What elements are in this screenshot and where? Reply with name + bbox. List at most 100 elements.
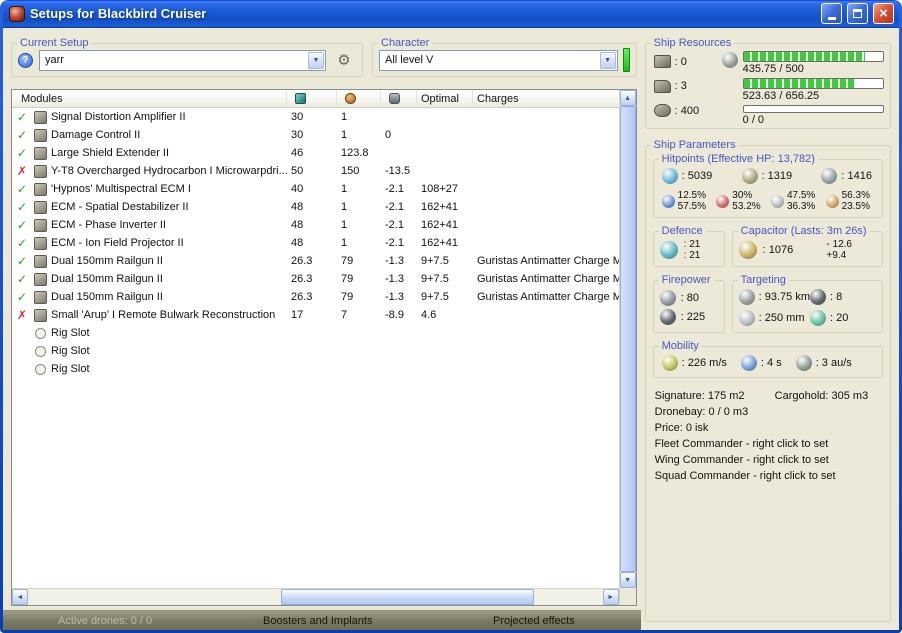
module-row[interactable]: ✓ ECM - Phase Inverter II 48 1 -2.1 162+41	[12, 216, 619, 234]
fitted-ok-icon: ✓	[16, 200, 28, 214]
close-button[interactable]: ×	[873, 3, 894, 24]
module-row[interactable]: ✓ Dual 150mm Railgun II 26.3 79 -1.3 9+7.5 Gur…	[12, 288, 619, 306]
shield-hp-value: : 5039	[681, 170, 713, 182]
horizontal-scroll-track[interactable]	[28, 589, 603, 605]
module-row[interactable]: ✓ Signal Distortion Amplifier II 30 1	[12, 108, 619, 126]
max-velocity-value: : 226 m/s	[681, 357, 727, 369]
warp-speed-icon	[795, 355, 812, 371]
ship-resources-label: Ship Resources	[650, 37, 735, 49]
column-charges[interactable]: Charges	[473, 90, 619, 107]
module-charges: Guristas Antimatter Charge M	[477, 273, 619, 285]
calibration-value: : 400	[674, 104, 700, 117]
setup-combobox-arrow-icon[interactable]: ▼	[308, 51, 324, 69]
column-optimal[interactable]: Optimal	[417, 90, 473, 107]
module-cpu: 48	[291, 219, 304, 231]
column-cpu[interactable]	[287, 90, 337, 107]
module-cpu: 30	[291, 129, 304, 141]
squad-commander-slot[interactable]: Squad Commander - right click to set	[655, 468, 881, 484]
module-name: Signal Distortion Amplifier II	[51, 111, 186, 123]
max-targets-icon	[810, 289, 826, 305]
module-name: Damage Control II	[51, 129, 141, 141]
app-window: Setups for Blackbird Cruiser × Current S…	[0, 0, 902, 633]
vertical-scrollbar[interactable]: ▲ ▼	[618, 90, 636, 605]
module-cpu: 30	[291, 111, 304, 123]
powergrid-bar	[742, 78, 884, 89]
module-row[interactable]: ✗ Y-T8 Overcharged Hydrocarbon I Microwar…	[12, 162, 619, 180]
defence-icon	[659, 241, 678, 259]
module-optimal: 9+7.5	[421, 273, 449, 285]
horizontal-scroll-thumb[interactable]	[280, 589, 534, 605]
vertical-scroll-thumb[interactable]	[619, 106, 636, 572]
max-velocity-icon	[661, 355, 678, 371]
powergrid-turbine-icon	[721, 52, 738, 68]
module-pg: 79	[341, 255, 354, 267]
fitted-ok-icon: ✓	[16, 182, 28, 196]
titlebar[interactable]: Setups for Blackbird Cruiser ×	[3, 0, 899, 28]
maximize-button[interactable]	[847, 3, 868, 24]
capacitor-drain-value: - 12.6	[826, 239, 852, 250]
fleet-commander-slot[interactable]: Fleet Commander - right click to set	[655, 436, 881, 452]
module-row[interactable]: ✓ ECM - Spatial Destabilizer II 48 1 -2.1 162…	[12, 198, 619, 216]
column-powergrid[interactable]	[337, 90, 381, 107]
module-cap: -8.9	[385, 309, 404, 321]
capacitor-amount: : 1076	[762, 244, 794, 256]
column-capacitor[interactable]	[381, 90, 417, 107]
module-row[interactable]: Rig Slot	[12, 342, 619, 360]
rig-slot-icon	[35, 363, 46, 375]
help-button[interactable]: ?	[18, 52, 33, 68]
module-row[interactable]: Rig Slot	[12, 324, 619, 342]
vertical-scroll-track[interactable]	[619, 106, 636, 572]
volley-icon	[659, 289, 676, 306]
targeting-range-value: : 93.75 km	[758, 291, 810, 303]
fitted-ok-icon: ✓	[16, 110, 28, 124]
right-pane: Ship Resources : 0 : 3 : 400 435.75 / 50…	[644, 34, 891, 630]
character-combobox-arrow-icon[interactable]: ▼	[599, 51, 616, 69]
minimize-button[interactable]	[821, 3, 842, 24]
max-targets-value: : 8	[830, 291, 843, 303]
module-pg: 1	[341, 183, 348, 195]
module-cpu: 17	[291, 309, 304, 321]
wing-commander-slot[interactable]: Wing Commander - right click to set	[655, 452, 881, 468]
shield-icon	[661, 168, 678, 184]
horizontal-scrollbar[interactable]: ◄ ►	[12, 588, 619, 605]
window-title: Setups for Blackbird Cruiser	[30, 6, 207, 21]
setup-combobox[interactable]: yarr ▼	[39, 49, 326, 71]
module-row[interactable]: ✗ Small 'Arup' I Remote Bulwark Reconstru…	[12, 306, 619, 324]
module-cpu: 26.3	[291, 291, 313, 303]
turret-hardpoints-icon	[653, 79, 671, 93]
targeting-label: Targeting	[737, 274, 789, 286]
module-cpu: 46	[291, 147, 304, 159]
kinetic-resist-armor: 36.3%	[786, 201, 816, 212]
armor-icon	[741, 168, 758, 184]
module-row[interactable]: ✓ ECM - Ion Field Projector II 48 1 -2.1 162+…	[12, 234, 619, 252]
module-row[interactable]: ✓ Dual 150mm Railgun II 26.3 79 -1.3 9+7.5 Gur…	[12, 270, 619, 288]
module-row[interactable]: ✓ Damage Control II 30 1 0	[12, 126, 619, 144]
scroll-up-button[interactable]: ▲	[619, 90, 636, 106]
module-row[interactable]: Rig Slot	[12, 360, 619, 378]
capacitor-box: Capacitor (Lasts: 3m 26s) : 1076 - 12.6 +…	[731, 225, 883, 267]
explosive-resist-armor: 23.5%	[841, 201, 870, 212]
fitting-error-icon: ✗	[16, 164, 28, 178]
module-row[interactable]: ✓ Dual 150mm Railgun II 26.3 79 -1.3 9+7.5 Gur…	[12, 252, 619, 270]
column-modules[interactable]: Modules	[12, 90, 287, 107]
module-icon	[34, 200, 47, 214]
module-name: Dual 150mm Railgun II	[51, 273, 163, 285]
ship-parameters-group: Ship Parameters Hitpoints (Effective HP:…	[644, 139, 891, 622]
active-drones-section[interactable]: Active drones: 0 / 0	[58, 611, 152, 631]
fitted-ok-icon: ✓	[16, 254, 28, 268]
module-rows: ✓ Signal Distortion Amplifier II 30 1 ✓ Damag…	[12, 108, 619, 588]
projected-effects-section[interactable]: Projected effects	[493, 611, 575, 631]
module-row[interactable]: ✓ 'Hypnos' Multispectral ECM I 40 1 -2.1 108+…	[12, 180, 619, 198]
character-combobox[interactable]: All level V ▼	[379, 49, 618, 71]
setup-tools-button[interactable]: ⚙	[332, 49, 356, 71]
scan-resolution-value: : 250 mm	[758, 312, 805, 324]
scroll-down-button[interactable]: ▼	[619, 572, 636, 588]
scroll-right-button[interactable]: ►	[602, 589, 619, 605]
module-row[interactable]: ✓ Large Shield Extender II 46 123.8	[12, 144, 619, 162]
explosive-resist-shield: 56.3%	[841, 190, 870, 201]
scroll-left-button[interactable]: ◄	[12, 589, 28, 605]
bottom-bar: Active drones: 0 / 0 Boosters and Implan…	[3, 610, 641, 630]
boosters-implants-section[interactable]: Boosters and Implants	[263, 611, 372, 631]
module-name: Large Shield Extender II	[51, 147, 170, 159]
resource-bars: 435.75 / 500 523.63 / 656.25 0 / 0	[721, 51, 884, 126]
